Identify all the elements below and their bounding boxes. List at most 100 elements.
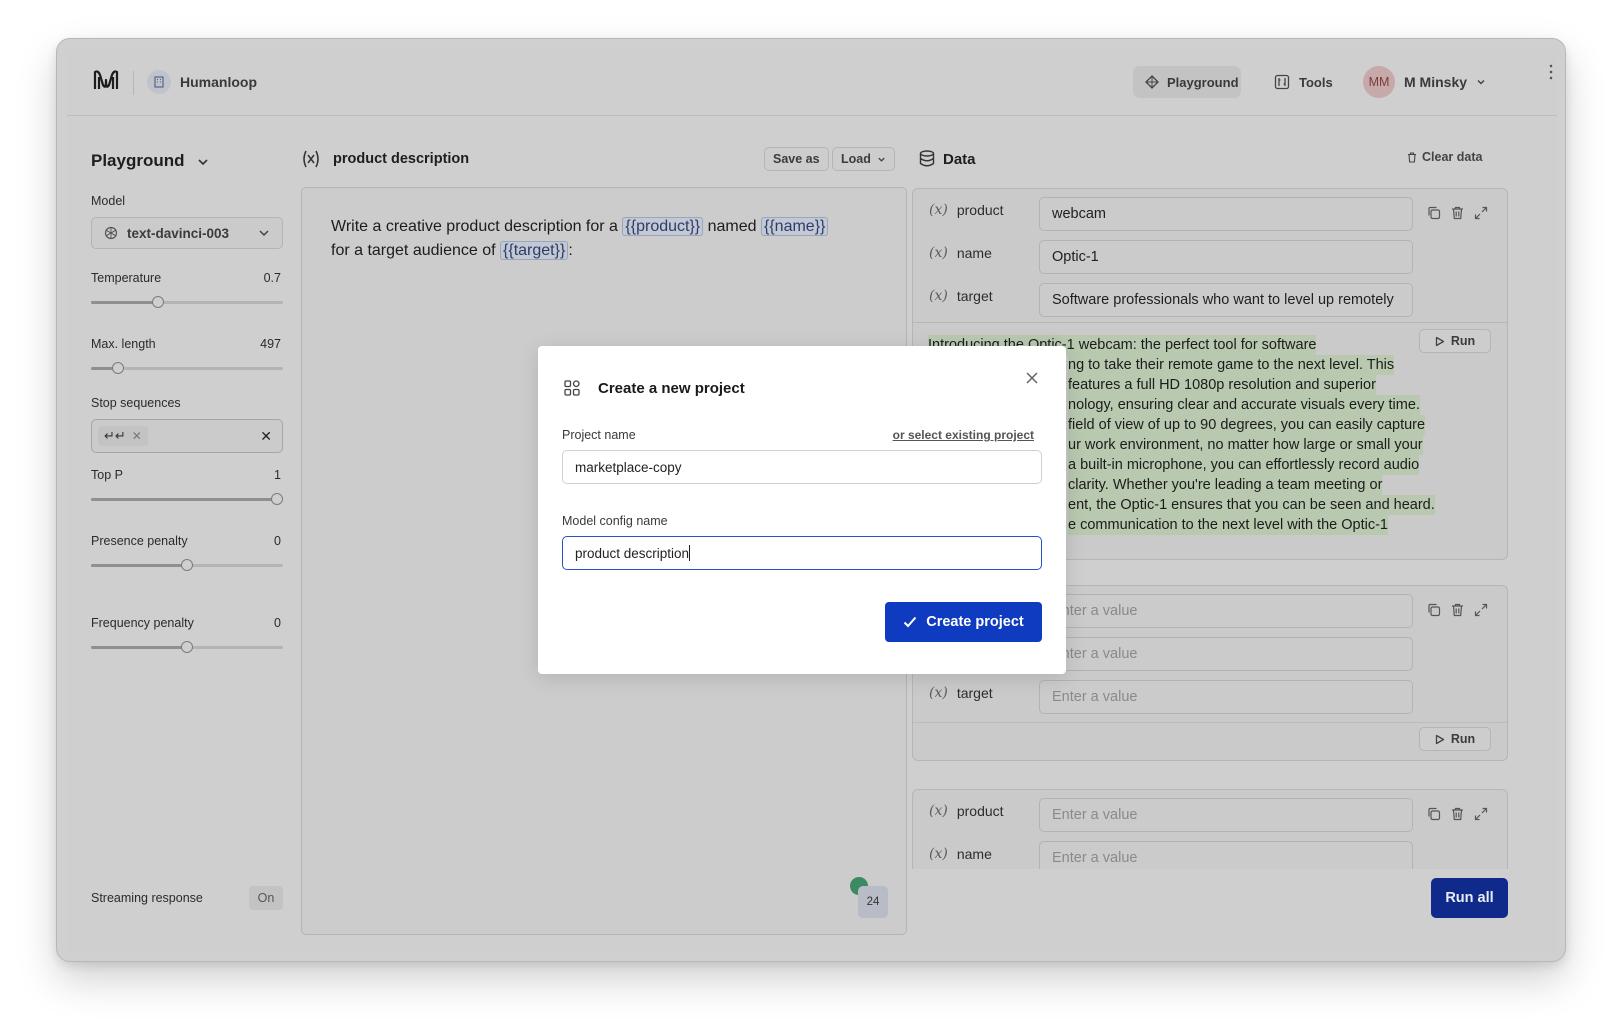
nav-tools[interactable]: Tools [1264, 66, 1344, 98]
run-all-button[interactable]: Run all [1431, 878, 1508, 918]
slider-value: 0 [274, 534, 281, 548]
card-divider [913, 722, 1507, 723]
slider-track[interactable] [91, 641, 283, 653]
window-handle[interactable] [1549, 63, 1553, 81]
trash-icon[interactable] [1451, 206, 1464, 220]
run-button[interactable]: Run [1419, 329, 1491, 353]
streaming-toggle[interactable]: On [249, 886, 283, 910]
output-line: a built-in microphone, you can effortles… [1068, 455, 1420, 475]
avatar: MM [1363, 66, 1395, 98]
stop-sequences-input[interactable]: ↵↵ ✕ ✕ [91, 419, 283, 453]
product-input[interactable]: webcam [1039, 197, 1413, 231]
chevron-down-icon [258, 227, 270, 239]
output-line: ur work environment, no matter how large… [1068, 435, 1423, 455]
save-as-button[interactable]: Save as [764, 147, 829, 171]
prompt-segment: named [707, 218, 757, 235]
project-name-input[interactable]: marketplace-copy [562, 450, 1042, 484]
output-line: ent, the Optic-1 ensures that you can be… [1068, 495, 1435, 515]
load-label: Load [841, 152, 871, 166]
project-name-label: Project name [562, 428, 636, 442]
slider-label: Max. length [91, 337, 156, 351]
remove-chip-icon[interactable]: ✕ [132, 429, 142, 443]
openai-icon [104, 226, 118, 240]
user-menu[interactable]: MM M Minsky [1363, 65, 1493, 99]
prompt-variable-name: {{name}} [760, 217, 829, 236]
prompt-segment: for a target audience of [331, 242, 496, 259]
sidebar-title[interactable]: Playground [91, 151, 185, 171]
run-button[interactable]: Run [1419, 727, 1491, 751]
slider-track[interactable] [91, 362, 283, 374]
grid-icon [564, 380, 580, 396]
output-line: field of view of up to 90 degrees, you c… [1068, 415, 1426, 435]
trash-icon[interactable] [1451, 807, 1464, 821]
text-cursor [689, 545, 691, 561]
copy-icon[interactable] [1427, 206, 1441, 220]
stop-chip: ↵↵ ✕ [98, 426, 148, 446]
slider-track[interactable] [91, 559, 283, 571]
slider-label: Temperature [91, 271, 162, 285]
slider-value: 0 [274, 616, 281, 630]
create-project-modal: Create a new project Project name or sel… [538, 346, 1066, 674]
slider-value: 1 [274, 468, 281, 482]
data-row-inputs: (x) product webcam (x) name Optic-1 (x) tar… [913, 189, 1507, 323]
org-icon [147, 70, 171, 94]
model-select[interactable]: text-davinci-003 [91, 217, 283, 249]
model-config-name-input[interactable]: product description [562, 536, 1042, 570]
expand-icon[interactable] [1474, 807, 1488, 821]
close-icon[interactable] [1025, 371, 1039, 385]
copy-icon[interactable] [1427, 807, 1441, 821]
var-name: product [956, 202, 1004, 218]
data-row-clip: (x) product Enter a value (x) name Enter a… [912, 789, 1510, 869]
product-input[interactable]: Enter a value [1039, 594, 1413, 628]
slider-value: 497 [260, 337, 281, 351]
stop-sequences-label: Stop sequences [91, 396, 181, 410]
token-count: 24 [858, 886, 888, 918]
save-as-label: Save as [773, 152, 820, 166]
config-name[interactable]: product description [333, 151, 469, 167]
slider-thumb[interactable] [111, 362, 124, 374]
target-input[interactable]: Software professionals who want to level… [1039, 283, 1413, 317]
check-icon [903, 616, 917, 628]
create-project-button[interactable]: Create project [885, 602, 1042, 642]
slider-max-length: Max. length 497 [91, 337, 283, 377]
chevron-down-icon [1476, 77, 1486, 87]
slider-thumb[interactable] [152, 296, 165, 308]
target-input[interactable]: Enter a value [1039, 680, 1413, 714]
database-icon [919, 150, 935, 167]
slider-track[interactable] [91, 493, 283, 505]
chevron-down-icon[interactable] [197, 156, 209, 168]
name-input[interactable]: Optic-1 [1039, 240, 1413, 274]
product-input[interactable]: Enter a value [1039, 798, 1413, 832]
select-existing-project-link[interactable]: or select existing project [893, 428, 1034, 442]
slider-track[interactable] [91, 296, 283, 308]
org-name[interactable]: Humanloop [180, 74, 257, 90]
topbar-border [67, 115, 1557, 116]
clear-icon[interactable]: ✕ [260, 428, 272, 445]
slider-label: Frequency penalty [91, 616, 194, 630]
slider-thumb[interactable] [271, 493, 283, 505]
slider-top-p: Top P 1 [91, 468, 283, 508]
slider-thumb[interactable] [181, 559, 193, 571]
name-input[interactable]: Enter a value [1039, 637, 1413, 671]
var-label-target: (x) target [929, 685, 993, 701]
trash-icon[interactable] [1451, 603, 1464, 617]
slider-label: Top P [91, 468, 123, 482]
copy-icon[interactable] [1427, 603, 1441, 617]
var-name: target [956, 685, 993, 701]
expand-icon[interactable] [1474, 603, 1488, 617]
output-line: nology, ensuring clear and accurate visu… [1068, 395, 1420, 415]
model-config-name-label: Model config name [562, 514, 668, 528]
project-name-value: marketplace-copy [575, 459, 682, 475]
name-input[interactable]: Enter a value [1039, 841, 1413, 869]
logo-icon[interactable] [93, 69, 119, 91]
slider-thumb[interactable] [181, 641, 193, 653]
var-name: product [956, 803, 1004, 819]
slider-frequency-penalty: Frequency penalty 0 [91, 616, 283, 656]
expand-icon[interactable] [1474, 206, 1488, 220]
slider-label: Presence penalty [91, 534, 188, 548]
clear-data-button[interactable]: Clear data [1407, 150, 1482, 164]
slider-presence-penalty: Presence penalty 0 [91, 534, 283, 574]
nav-tools-label: Tools [1299, 74, 1333, 90]
nav-playground[interactable]: Playground [1133, 66, 1241, 98]
load-button[interactable]: Load [832, 147, 895, 171]
